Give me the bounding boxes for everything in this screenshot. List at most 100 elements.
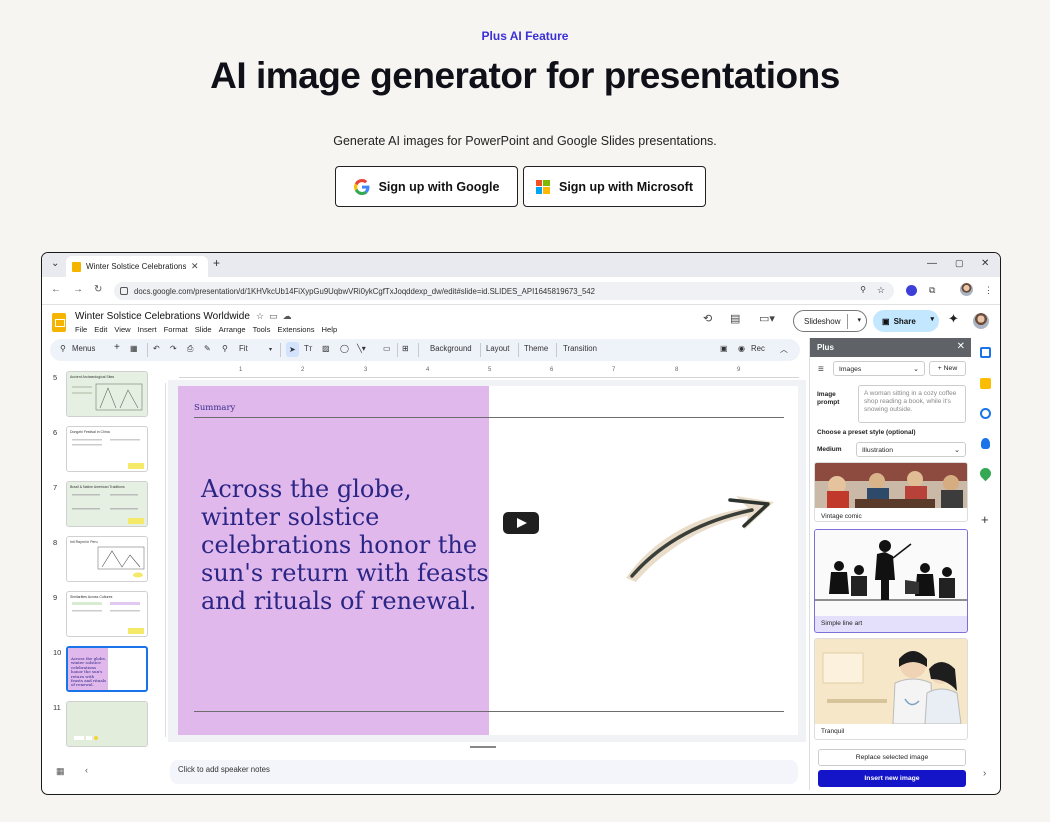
- keep-icon[interactable]: [980, 378, 991, 389]
- forward-icon[interactable]: →: [73, 284, 83, 295]
- menu-item-extensions[interactable]: Extensions: [277, 325, 314, 334]
- select-tool-icon[interactable]: ➤: [286, 342, 299, 357]
- slide-quote-text[interactable]: Across the globe, winter solstice celebr…: [201, 475, 491, 615]
- collapse-filmstrip-icon[interactable]: ‹: [85, 765, 88, 775]
- back-icon[interactable]: ←: [51, 284, 61, 295]
- extension-icon[interactable]: [906, 285, 917, 296]
- menu-item-edit[interactable]: Edit: [94, 325, 107, 334]
- undo-icon[interactable]: ↶: [153, 344, 160, 353]
- collapse-toolbar-icon[interactable]: ︿: [780, 344, 788, 355]
- layout-picker-icon[interactable]: ▦: [130, 344, 137, 353]
- tasks-icon[interactable]: [980, 408, 991, 419]
- slide-thumbnail-selected[interactable]: 10 Across the globe, winter solstice cel…: [42, 646, 154, 696]
- document-title[interactable]: Winter Solstice Celebrations Worldwide: [75, 311, 250, 322]
- cloud-saved-icon[interactable]: ☁: [283, 311, 292, 321]
- maximize-icon[interactable]: ▢: [955, 258, 964, 269]
- medium-select[interactable]: Illustration ⌄: [856, 442, 966, 457]
- video-play-icon[interactable]: [503, 512, 539, 534]
- speaker-notes-field[interactable]: Click to add speaker notes: [170, 760, 798, 784]
- signup-google-button[interactable]: Sign up with Google: [335, 166, 518, 207]
- account-avatar[interactable]: [973, 313, 989, 329]
- thumb-preview[interactable]: [66, 701, 148, 747]
- zoom-icon[interactable]: ⚲: [860, 285, 866, 294]
- slideshow-button[interactable]: Slideshow ▾: [793, 310, 867, 332]
- notes-resize-handle[interactable]: [470, 746, 496, 748]
- slide-thumbnail[interactable]: 11: [42, 701, 154, 751]
- print-icon[interactable]: ⎙: [187, 344, 193, 354]
- text-box-icon[interactable]: Tт: [304, 344, 312, 353]
- mode-select[interactable]: Images ⌄: [833, 361, 925, 376]
- star-icon[interactable]: ☆: [256, 311, 264, 321]
- image-prompt-input[interactable]: A woman sitting in a cozy coffee shop re…: [858, 385, 966, 423]
- record-icon[interactable]: ◉: [738, 344, 745, 353]
- hamburger-menu-icon[interactable]: ≡: [818, 364, 824, 375]
- reload-icon[interactable]: ↻: [94, 284, 102, 295]
- chevron-down-icon[interactable]: ▾: [269, 346, 272, 353]
- url-field[interactable]: docs.google.com/presentation/d/1KHVkcUb1…: [114, 282, 894, 300]
- calendar-icon[interactable]: [980, 347, 991, 358]
- version-history-icon[interactable]: ⟲: [703, 312, 712, 325]
- chevron-down-icon[interactable]: ▾: [930, 315, 934, 323]
- tab-close-icon[interactable]: ✕: [191, 261, 199, 272]
- comments-icon[interactable]: ▤: [730, 312, 740, 325]
- browser-tab[interactable]: Winter Solstice Celebrations W ✕: [66, 256, 208, 277]
- replace-image-button[interactable]: Replace selected image: [818, 749, 966, 766]
- profile-avatar[interactable]: [960, 283, 973, 296]
- new-tab-icon[interactable]: +: [213, 256, 220, 270]
- style-card-tranquil[interactable]: Tranquil: [814, 638, 968, 740]
- style-card-simple-line-art[interactable]: Simple line art: [814, 529, 968, 633]
- menu-item-slide[interactable]: Slide: [195, 325, 212, 334]
- slide-thumbnail[interactable]: 7 Brazil & Native American Traditions: [42, 481, 154, 531]
- current-slide[interactable]: Summary Across the globe, winter solstic…: [178, 386, 798, 735]
- thumb-preview[interactable]: Ancient Archaeological Sites: [66, 371, 148, 417]
- slide-thumbnail[interactable]: 5 Ancient Archaeological Sites: [42, 371, 154, 421]
- paint-format-icon[interactable]: ✎: [204, 344, 211, 353]
- layout-button[interactable]: Layout: [486, 344, 509, 353]
- image-icon[interactable]: ▨: [322, 344, 329, 353]
- zoom-select[interactable]: Fit: [239, 344, 248, 353]
- maps-icon[interactable]: [977, 465, 994, 482]
- search-menus-label[interactable]: Menus: [72, 344, 95, 353]
- style-card-vintage-comic[interactable]: Vintage comic: [814, 462, 968, 522]
- meet-icon[interactable]: ▭▾: [759, 312, 775, 325]
- add-app-icon[interactable]: +: [981, 512, 989, 527]
- zoom-icon[interactable]: ⚲: [222, 344, 228, 353]
- menu-item-tools[interactable]: Tools: [253, 325, 271, 334]
- thumb-preview[interactable]: Inti Raymi in Peru: [66, 536, 148, 582]
- minimize-icon[interactable]: —: [927, 258, 937, 269]
- transition-button[interactable]: Transition: [563, 344, 597, 353]
- bookmark-star-icon[interactable]: ☆: [877, 285, 885, 296]
- menu-item-format[interactable]: Format: [164, 325, 188, 334]
- placeholder-icon[interactable]: ▭: [383, 344, 390, 353]
- slide-section-label[interactable]: Summary: [194, 403, 235, 413]
- share-button[interactable]: ▣ Share ▾: [873, 310, 939, 332]
- record-label[interactable]: Rec: [751, 344, 765, 353]
- insert-image-button[interactable]: Insert new image: [818, 770, 966, 787]
- menu-item-arrange[interactable]: Arrange: [219, 325, 246, 334]
- slides-logo-icon[interactable]: [52, 313, 66, 332]
- thumb-preview[interactable]: Brazil & Native American Traditions: [66, 481, 148, 527]
- line-icon[interactable]: ╲▾: [357, 344, 366, 353]
- thumb-preview[interactable]: Across the globe, winter solstice celebr…: [66, 646, 148, 692]
- thumb-preview[interactable]: Dongzhi Festival in China: [66, 426, 148, 472]
- grid-view-icon[interactable]: ▦: [56, 766, 65, 777]
- search-menus-icon[interactable]: ⚲: [60, 344, 66, 353]
- slide-thumbnail[interactable]: 6 Dongzhi Festival in China: [42, 426, 154, 476]
- move-folder-icon[interactable]: ▭: [269, 311, 278, 321]
- menu-item-help[interactable]: Help: [322, 325, 338, 334]
- background-button[interactable]: Background: [430, 344, 472, 353]
- browser-menu-icon[interactable]: ⋮: [984, 285, 993, 296]
- gemini-sparkle-icon[interactable]: ✦: [948, 311, 959, 327]
- menu-item-insert[interactable]: Insert: [138, 325, 157, 334]
- signup-microsoft-button[interactable]: Sign up with Microsoft: [523, 166, 706, 207]
- window-close-icon[interactable]: ✕: [981, 258, 989, 269]
- slide-thumbnail[interactable]: 8 Inti Raymi in Peru: [42, 536, 154, 586]
- comment-add-icon[interactable]: ⊞: [402, 344, 409, 353]
- expand-panel-icon[interactable]: ›: [983, 768, 986, 779]
- close-icon[interactable]: ✕: [957, 341, 965, 352]
- contacts-icon[interactable]: [981, 438, 990, 449]
- site-info-icon[interactable]: [120, 287, 128, 295]
- thumb-preview[interactable]: Similarities Across Cultures: [66, 591, 148, 637]
- arrow-illustration[interactable]: [618, 486, 778, 586]
- tab-list-icon[interactable]: ⌄: [51, 258, 59, 269]
